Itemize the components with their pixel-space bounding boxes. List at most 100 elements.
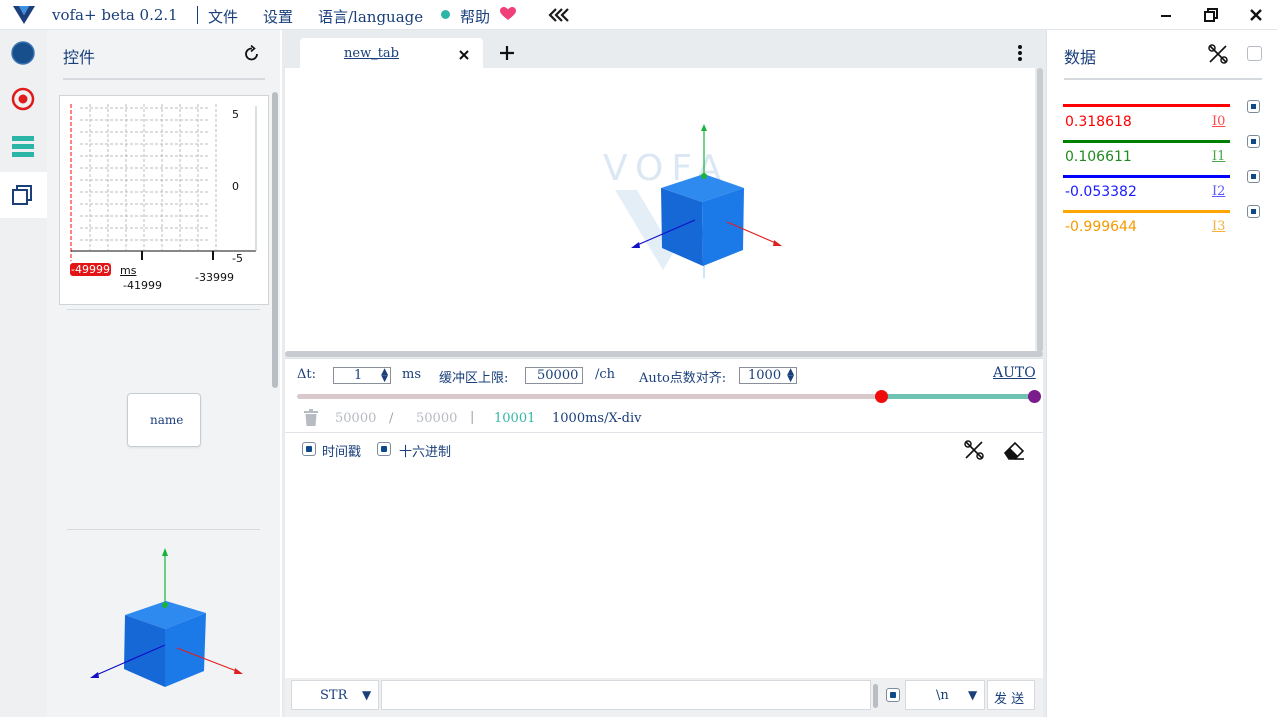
buffer-unit: /ch — [595, 367, 616, 382]
cube-widget[interactable] — [47, 545, 247, 695]
hex-checkbox[interactable] — [377, 442, 391, 456]
add-tab-icon[interactable] — [498, 44, 516, 66]
widget-divider — [67, 309, 260, 310]
chevron-down-icon: ▼ — [968, 688, 978, 702]
line-ending-checkbox[interactable] — [886, 688, 900, 702]
stats-slash: / — [389, 411, 394, 426]
plot-xtick-right: -33999 — [195, 271, 234, 284]
send-button[interactable]: 发 送 — [987, 680, 1035, 710]
widget-panel: 控件 5 0 -5 -49999 ms -41999 -33999 name — [47, 30, 280, 717]
channel-value-i0: 0.318618 — [1065, 114, 1132, 130]
collapse-panels-icon[interactable] — [548, 7, 570, 27]
app-title: vofa+ beta 0.2.1 — [52, 6, 178, 24]
panel-divider — [1064, 78, 1262, 80]
stats-buffer-used: 50000 — [335, 411, 377, 426]
viewport-hscroll[interactable] — [285, 351, 1043, 357]
panel-scrollbar[interactable] — [272, 92, 278, 388]
plot-ytick-mid: 0 — [232, 180, 239, 193]
panel-divider — [63, 78, 265, 80]
buffer-label: 缓冲区上限: — [439, 371, 509, 386]
auto-align-spinbox[interactable]: 1000 ▲ ▼ — [739, 367, 797, 384]
tools-icon[interactable] — [1207, 43, 1229, 69]
range-slider-track-left[interactable] — [297, 394, 883, 399]
auto-align-label: Auto点数对齐: — [639, 371, 727, 386]
line-ending-select[interactable]: \n ▼ — [905, 680, 985, 710]
timestamp-label: 时间戳 — [322, 445, 362, 460]
channel-color-line-i1 — [1063, 140, 1230, 143]
tab-new-tab[interactable]: new_tab — [300, 38, 483, 68]
receive-area[interactable]: 时间戳 十六进制 — [285, 432, 1043, 678]
send-button-label: 发 送 — [994, 692, 1025, 707]
plot-xtick-mid: -41999 — [123, 279, 162, 292]
dt-spinbox[interactable]: 1 ▲ ▼ — [333, 367, 391, 384]
eraser-icon[interactable] — [1003, 439, 1025, 465]
waveform-widget[interactable]: 5 0 -5 -49999 ms -41999 -33999 — [59, 95, 269, 305]
channel-name-i0[interactable]: I0 — [1212, 114, 1225, 129]
widgets-icon — [12, 185, 32, 205]
title-separator — [197, 6, 198, 24]
tools-icon[interactable] — [963, 439, 985, 465]
spin-arrows-icon[interactable]: ▲ ▼ — [787, 368, 794, 384]
chevron-down-icon: ▼ — [362, 688, 372, 702]
rail-widgets[interactable] — [0, 172, 47, 218]
control-row: Δt: 1 ▲ ▼ ms 缓冲区上限: 50000 /ch Auto点数对齐: 1… — [285, 358, 1043, 432]
trash-icon[interactable] — [303, 409, 319, 431]
channel-color-line-i0 — [1063, 104, 1230, 107]
dt-label: Δt: — [297, 367, 316, 382]
stats-bar: | — [470, 410, 475, 425]
menu-file[interactable]: 文件 — [208, 6, 238, 27]
heart-icon[interactable] — [500, 6, 516, 25]
range-slider-handle-start[interactable] — [875, 390, 888, 403]
minimize-icon[interactable] — [1155, 5, 1177, 25]
send-mode-value: STR — [320, 688, 348, 703]
send-input-scrollbar[interactable] — [873, 684, 878, 708]
rail-list[interactable] — [0, 124, 47, 168]
stats-division: 1000ms/X-div — [552, 411, 642, 426]
rail-record[interactable] — [0, 78, 47, 122]
auto-button[interactable]: AUTO — [993, 365, 1036, 381]
plot-xunit: ms — [120, 264, 137, 277]
channel-checkbox-i2[interactable] — [1247, 170, 1260, 183]
line-ending-value: \n — [936, 688, 949, 703]
menu-language[interactable]: 语言/language — [318, 6, 423, 27]
more-options-icon[interactable] — [1013, 44, 1027, 68]
viewport-vscroll[interactable] — [1037, 68, 1043, 352]
select-all-checkbox[interactable] — [1247, 46, 1262, 61]
range-slider-track-right[interactable] — [882, 394, 1034, 399]
cube-3d — [631, 124, 782, 278]
channel-value-i3: -0.999644 — [1065, 219, 1137, 235]
connect-icon — [11, 41, 35, 65]
timestamp-checkbox[interactable] — [302, 442, 316, 456]
buffer-value: 50000 — [537, 368, 579, 383]
button-widget-label: name — [150, 413, 184, 427]
widget-divider-2 — [67, 529, 260, 530]
rail-connect[interactable] — [0, 32, 47, 76]
auto-align-value: 1000 — [748, 368, 782, 383]
tab-close-icon[interactable] — [458, 46, 470, 65]
channel-name-i1[interactable]: I1 — [1212, 149, 1225, 164]
restore-icon[interactable] — [1200, 5, 1222, 25]
menu-settings[interactable]: 设置 — [263, 6, 293, 27]
channel-name-i3[interactable]: I3 — [1212, 219, 1225, 234]
title-bar: vofa+ beta 0.2.1 文件 设置 语言/language 帮助 — [0, 0, 1277, 30]
menu-help[interactable]: 帮助 — [460, 6, 490, 27]
app-logo-icon — [12, 5, 36, 29]
channel-value-i2: -0.053382 — [1065, 184, 1137, 200]
buffer-input[interactable]: 50000 — [525, 367, 583, 384]
channel-checkbox-i1[interactable] — [1247, 135, 1260, 148]
send-input[interactable] — [381, 680, 871, 710]
channel-name-i2[interactable]: I2 — [1212, 184, 1225, 199]
stats-buffer-total: 50000 — [416, 411, 458, 426]
close-icon[interactable] — [1245, 5, 1267, 25]
button-widget[interactable]: name — [127, 393, 201, 447]
range-slider-handle-end[interactable] — [1028, 390, 1041, 403]
send-mode-select[interactable]: STR ▼ — [291, 680, 379, 710]
channel-color-line-i2 — [1063, 175, 1230, 178]
tab-label: new_tab — [344, 46, 399, 61]
record-icon — [11, 87, 35, 111]
refresh-icon[interactable] — [243, 44, 261, 67]
channel-checkbox-i3[interactable] — [1247, 205, 1260, 218]
cube-viewport[interactable]: VOFA — [285, 68, 1035, 352]
channel-checkbox-i0[interactable] — [1247, 100, 1260, 113]
spin-arrows-icon[interactable]: ▲ ▼ — [381, 368, 388, 384]
